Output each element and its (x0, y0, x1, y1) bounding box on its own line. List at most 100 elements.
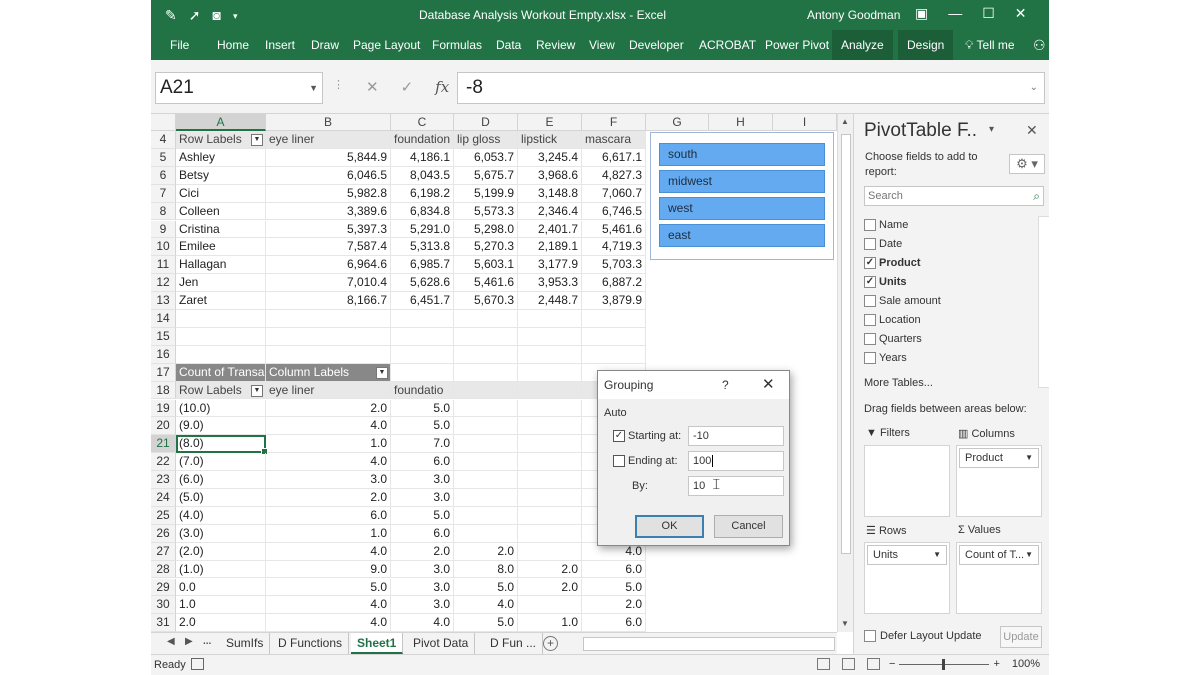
grid-cell[interactable]: 4.0 (266, 596, 391, 615)
defer-checkbox[interactable] (864, 630, 876, 643)
grid-cell[interactable] (518, 471, 582, 489)
ending-at-checkbox[interactable] (613, 455, 625, 468)
tab-design[interactable]: Design (898, 30, 954, 60)
grid-cell[interactable] (518, 327, 582, 346)
grid-cell[interactable]: 4,719.3 (582, 238, 646, 257)
tab-insert[interactable]: Insert (263, 30, 297, 60)
grid-cell[interactable]: Count of Transa (176, 363, 266, 382)
chevron-down-icon[interactable]: ▼ (933, 546, 941, 564)
grid-cell[interactable]: (3.0) (176, 524, 266, 543)
field-list-scrollbar[interactable] (1038, 216, 1049, 388)
grid-cell[interactable]: Cristina (176, 220, 266, 239)
dialog-close-icon[interactable]: ✕ (762, 371, 775, 399)
row-header[interactable]: 27 (151, 542, 176, 561)
grid-cell[interactable]: 5,628.6 (391, 274, 454, 293)
grid-cell[interactable]: 6.0 (582, 560, 646, 579)
pointer-icon[interactable]: ➚ (189, 7, 201, 25)
grid-cell[interactable]: 5.0 (266, 578, 391, 597)
macro-record-icon[interactable] (191, 658, 204, 670)
field-item-units[interactable]: ✓ Units (864, 273, 907, 291)
grid-cell[interactable]: 5,313.8 (391, 238, 454, 257)
grid-cell[interactable] (518, 363, 582, 382)
grid-cell[interactable]: 4.0 (391, 614, 454, 632)
grid-cell[interactable] (518, 435, 582, 454)
grid-cell[interactable]: 3.0 (266, 471, 391, 489)
grid-cell[interactable]: 6,834.8 (391, 202, 454, 221)
grid-cell[interactable] (518, 381, 582, 400)
row-header[interactable]: 13 (151, 292, 176, 310)
grid-cell[interactable]: 5,703.3 (582, 256, 646, 275)
cancel-formula-icon[interactable]: ✕ (366, 78, 379, 96)
grid-cell[interactable] (518, 489, 582, 507)
grid-cell[interactable]: Betsy (176, 166, 266, 185)
grid-cell[interactable] (176, 327, 266, 346)
grid-cell[interactable]: (2.0) (176, 542, 266, 561)
next-sheet-icon[interactable]: ▶ (185, 636, 193, 647)
row-header[interactable]: 10 (151, 238, 176, 257)
grid-cell[interactable] (582, 310, 646, 328)
grid-cell[interactable]: 4,827.3 (582, 166, 646, 185)
grid-cell[interactable] (582, 327, 646, 346)
prev-sheet-icon[interactable]: ◀ (167, 636, 175, 647)
maximize-icon[interactable]: ☐ (982, 5, 995, 22)
grid-cell[interactable]: 5,603.1 (454, 256, 518, 275)
grid-cell[interactable]: 5,670.3 (454, 292, 518, 310)
grid-cell[interactable] (454, 435, 518, 454)
grid-cell[interactable] (518, 417, 582, 436)
tab-file[interactable]: File (168, 30, 191, 60)
grid-cell[interactable] (454, 524, 518, 543)
slicer-item-east[interactable]: east (659, 224, 825, 247)
grid-cell[interactable]: 3,968.6 (518, 166, 582, 185)
row-header[interactable]: 12 (151, 274, 176, 293)
tab-review[interactable]: Review (534, 30, 577, 60)
grid-cell[interactable]: 6.0 (391, 524, 454, 543)
sheet-tab-d-functions[interactable]: D Functions (272, 633, 350, 654)
grid-cell[interactable]: 6,617.1 (582, 148, 646, 167)
sheet-tab-pivot-data[interactable]: Pivot Data (407, 633, 476, 654)
grid-cell[interactable]: foundatio (391, 381, 454, 400)
field-checkbox[interactable] (864, 314, 876, 327)
grid-cell[interactable]: 1.0 (266, 435, 391, 454)
grid-cell[interactable]: 0.0 (176, 578, 266, 597)
camera-icon[interactable]: ◙ (212, 7, 220, 25)
field-item-product[interactable]: ✓ Product (864, 254, 921, 272)
grid-cell[interactable]: Row Labels ▼ (176, 381, 266, 400)
ending-at-option[interactable]: Ending at: (613, 455, 678, 468)
grid-cell[interactable]: 5,573.3 (454, 202, 518, 221)
tab-home[interactable]: Home (215, 30, 251, 60)
grid-cell[interactable]: 6,985.7 (391, 256, 454, 275)
row-header[interactable]: 8 (151, 202, 176, 221)
scroll-up-icon[interactable]: ▲ (841, 117, 849, 126)
grid-cell[interactable]: Hallagan (176, 256, 266, 275)
grid-cell[interactable]: 5.0 (582, 578, 646, 597)
help-icon[interactable]: ? (722, 371, 729, 399)
grid-cell[interactable]: 2.0 (518, 578, 582, 597)
grid-cell[interactable] (454, 399, 518, 418)
pane-options-icon[interactable]: ▾ (989, 124, 994, 135)
grid-cell[interactable]: 6,746.5 (582, 202, 646, 221)
row-header[interactable]: 4 (151, 131, 176, 149)
row-header[interactable]: 22 (151, 453, 176, 472)
grid-cell[interactable]: 2,189.1 (518, 238, 582, 257)
grid-cell[interactable]: 3.0 (391, 578, 454, 597)
row-header[interactable]: 30 (151, 596, 176, 615)
grid-cell[interactable]: 6.0 (266, 506, 391, 525)
grid-cell[interactable]: 6,451.7 (391, 292, 454, 310)
tab-formulas[interactable]: Formulas (430, 30, 484, 60)
grid-cell[interactable]: Cici (176, 184, 266, 203)
grid-cell[interactable]: 3.0 (391, 596, 454, 615)
grid-cell[interactable] (518, 399, 582, 418)
row-header[interactable]: 9 (151, 220, 176, 239)
by-input[interactable]: 10 𝙸 (688, 476, 784, 496)
tab-acrobat[interactable]: ACROBAT (697, 30, 758, 60)
grid-cell[interactable] (454, 506, 518, 525)
grid-cell[interactable] (518, 596, 582, 615)
grid-cell[interactable]: (8.0) (176, 435, 266, 454)
customize-icon[interactable]: ▾ (233, 7, 238, 25)
grid-cell[interactable]: 5,461.6 (582, 220, 646, 239)
grid-cell[interactable] (518, 310, 582, 328)
field-item-quarters[interactable]: Quarters (864, 330, 922, 348)
row-header[interactable]: 18 (151, 381, 176, 400)
field-item-date[interactable]: Date (864, 235, 902, 253)
grid-cell[interactable]: Emilee (176, 238, 266, 257)
